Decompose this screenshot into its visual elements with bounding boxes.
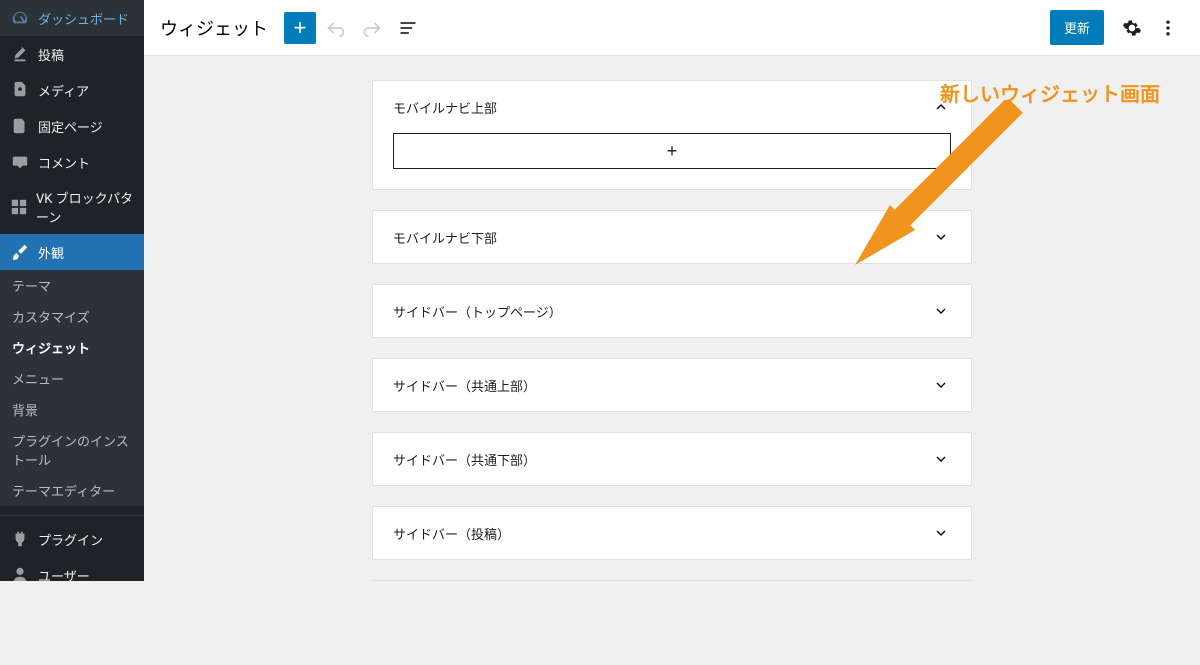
widget-area-sidebar-common-top: サイドバー（共通上部） — [372, 358, 972, 412]
widget-areas-content: モバイルナビ上部 + モバイルナビ下部 サイドバー（トップページ） サイドバー（… — [144, 56, 1200, 581]
redo-button[interactable] — [356, 12, 388, 44]
chevron-down-icon — [931, 227, 951, 247]
sidebar-item-label: メディア — [38, 81, 89, 100]
list-view-button[interactable] — [392, 12, 424, 44]
sidebar-item-posts[interactable]: 投稿 — [0, 36, 144, 72]
sidebar-separator — [0, 511, 144, 516]
settings-gear-button[interactable] — [1116, 12, 1148, 44]
sidebar-item-label: コメント — [38, 153, 90, 172]
sidebar-item-label: ダッシュボード — [38, 9, 129, 28]
media-icon — [10, 80, 30, 100]
dashboard-icon — [10, 8, 30, 28]
settings-icon — [10, 637, 30, 657]
sidebar-item-label: 設定 — [38, 638, 64, 657]
widget-area-mobile-nav-top: モバイルナビ上部 + — [372, 80, 972, 190]
sidebar-submenu: テーマ カスタマイズ ウィジェット メニュー 背景 プラグインのインストール テ… — [0, 270, 144, 506]
add-block-inline-button[interactable]: + — [393, 133, 951, 169]
more-options-button[interactable] — [1152, 12, 1184, 44]
chevron-up-icon — [931, 97, 951, 117]
submenu-customize[interactable]: カスタマイズ — [0, 301, 144, 332]
sidebar-item-comments[interactable]: コメント — [0, 144, 144, 180]
submenu-theme-editor[interactable]: テーマエディター — [0, 475, 144, 506]
submenu-install-plugins[interactable]: プラグインのインストール — [0, 425, 144, 475]
chevron-down-icon — [931, 375, 951, 395]
submenu-menus[interactable]: メニュー — [0, 363, 144, 394]
sidebar-item-plugins[interactable]: プラグイン — [0, 521, 144, 557]
widget-area-header[interactable]: サイドバー（トップページ） — [373, 285, 971, 337]
widget-area-sidebar-common-bottom: サイドバー（共通下部） — [372, 432, 972, 486]
plugin-icon — [10, 529, 30, 549]
page-icon — [10, 116, 30, 136]
page-title: ウィジェット — [160, 15, 268, 41]
widget-area-sidebar-top: サイドバー（トップページ） — [372, 284, 972, 338]
widget-area-header[interactable]: サイドバー（共通上部） — [373, 359, 971, 411]
chevron-down-icon — [931, 449, 951, 469]
widget-area-body: + — [373, 133, 971, 189]
widget-area-header[interactable]: サイドバー（共通下部） — [373, 433, 971, 485]
submenu-themes[interactable]: テーマ — [0, 270, 144, 301]
widget-area-title: モバイルナビ下部 — [393, 228, 497, 247]
brush-icon — [10, 242, 30, 262]
update-button[interactable]: 更新 — [1050, 10, 1104, 45]
add-block-button[interactable]: + — [284, 12, 316, 44]
comment-icon — [10, 152, 30, 172]
sidebar-item-label: 外観 — [38, 243, 64, 262]
sidebar-item-label: 固定ページ — [38, 117, 103, 136]
editor-topbar: ウィジェット + 更新 — [144, 0, 1200, 56]
sidebar-item-label: プラグイン — [38, 530, 103, 549]
widget-area-title: モバイルナビ上部 — [393, 98, 497, 117]
grid-icon — [10, 197, 28, 217]
widget-area-header[interactable]: モバイルナビ下部 — [373, 211, 971, 263]
chevron-down-icon — [931, 301, 951, 321]
sidebar-item-settings[interactable]: 設定 — [0, 629, 144, 665]
sidebar-item-users[interactable]: ユーザー — [0, 557, 144, 593]
sidebar-item-label: 投稿 — [38, 45, 64, 64]
sidebar-item-dashboard[interactable]: ダッシュボード — [0, 0, 144, 36]
widget-area-header[interactable]: サイドバー（投稿） — [373, 507, 971, 559]
sidebar-item-appearance[interactable]: 外観 — [0, 234, 144, 270]
sidebar-item-label: VK ブロックパターン — [36, 188, 136, 226]
undo-button[interactable] — [320, 12, 352, 44]
widget-area-title: サイドバー（投稿） — [393, 524, 510, 543]
widget-area-title: サイドバー（共通下部） — [393, 450, 536, 469]
submenu-widgets[interactable]: ウィジェット — [0, 332, 144, 363]
sidebar-item-pages[interactable]: 固定ページ — [0, 108, 144, 144]
submenu-background[interactable]: 背景 — [0, 394, 144, 425]
tool-icon — [10, 601, 30, 621]
sidebar-item-tools[interactable]: ツール — [0, 593, 144, 629]
pin-icon — [10, 44, 30, 64]
user-icon — [10, 565, 30, 585]
admin-sidebar: ダッシュボード 投稿 メディア 固定ページ コメント VK ブロックパターン 外… — [0, 0, 144, 581]
sidebar-item-label: ツール — [38, 602, 77, 621]
chevron-down-icon — [931, 523, 951, 543]
sidebar-item-vk-patterns[interactable]: VK ブロックパターン — [0, 180, 144, 234]
widget-area-sidebar-posts: サイドバー（投稿） — [372, 506, 972, 560]
sidebar-item-media[interactable]: メディア — [0, 72, 144, 108]
widget-area-header[interactable]: モバイルナビ上部 — [373, 81, 971, 133]
sidebar-item-label: ユーザー — [38, 566, 90, 585]
widget-area-mobile-nav-bottom: モバイルナビ下部 — [372, 210, 972, 264]
widget-area-title: サイドバー（トップページ） — [393, 302, 562, 321]
widget-area-title: サイドバー（共通上部） — [393, 376, 536, 395]
